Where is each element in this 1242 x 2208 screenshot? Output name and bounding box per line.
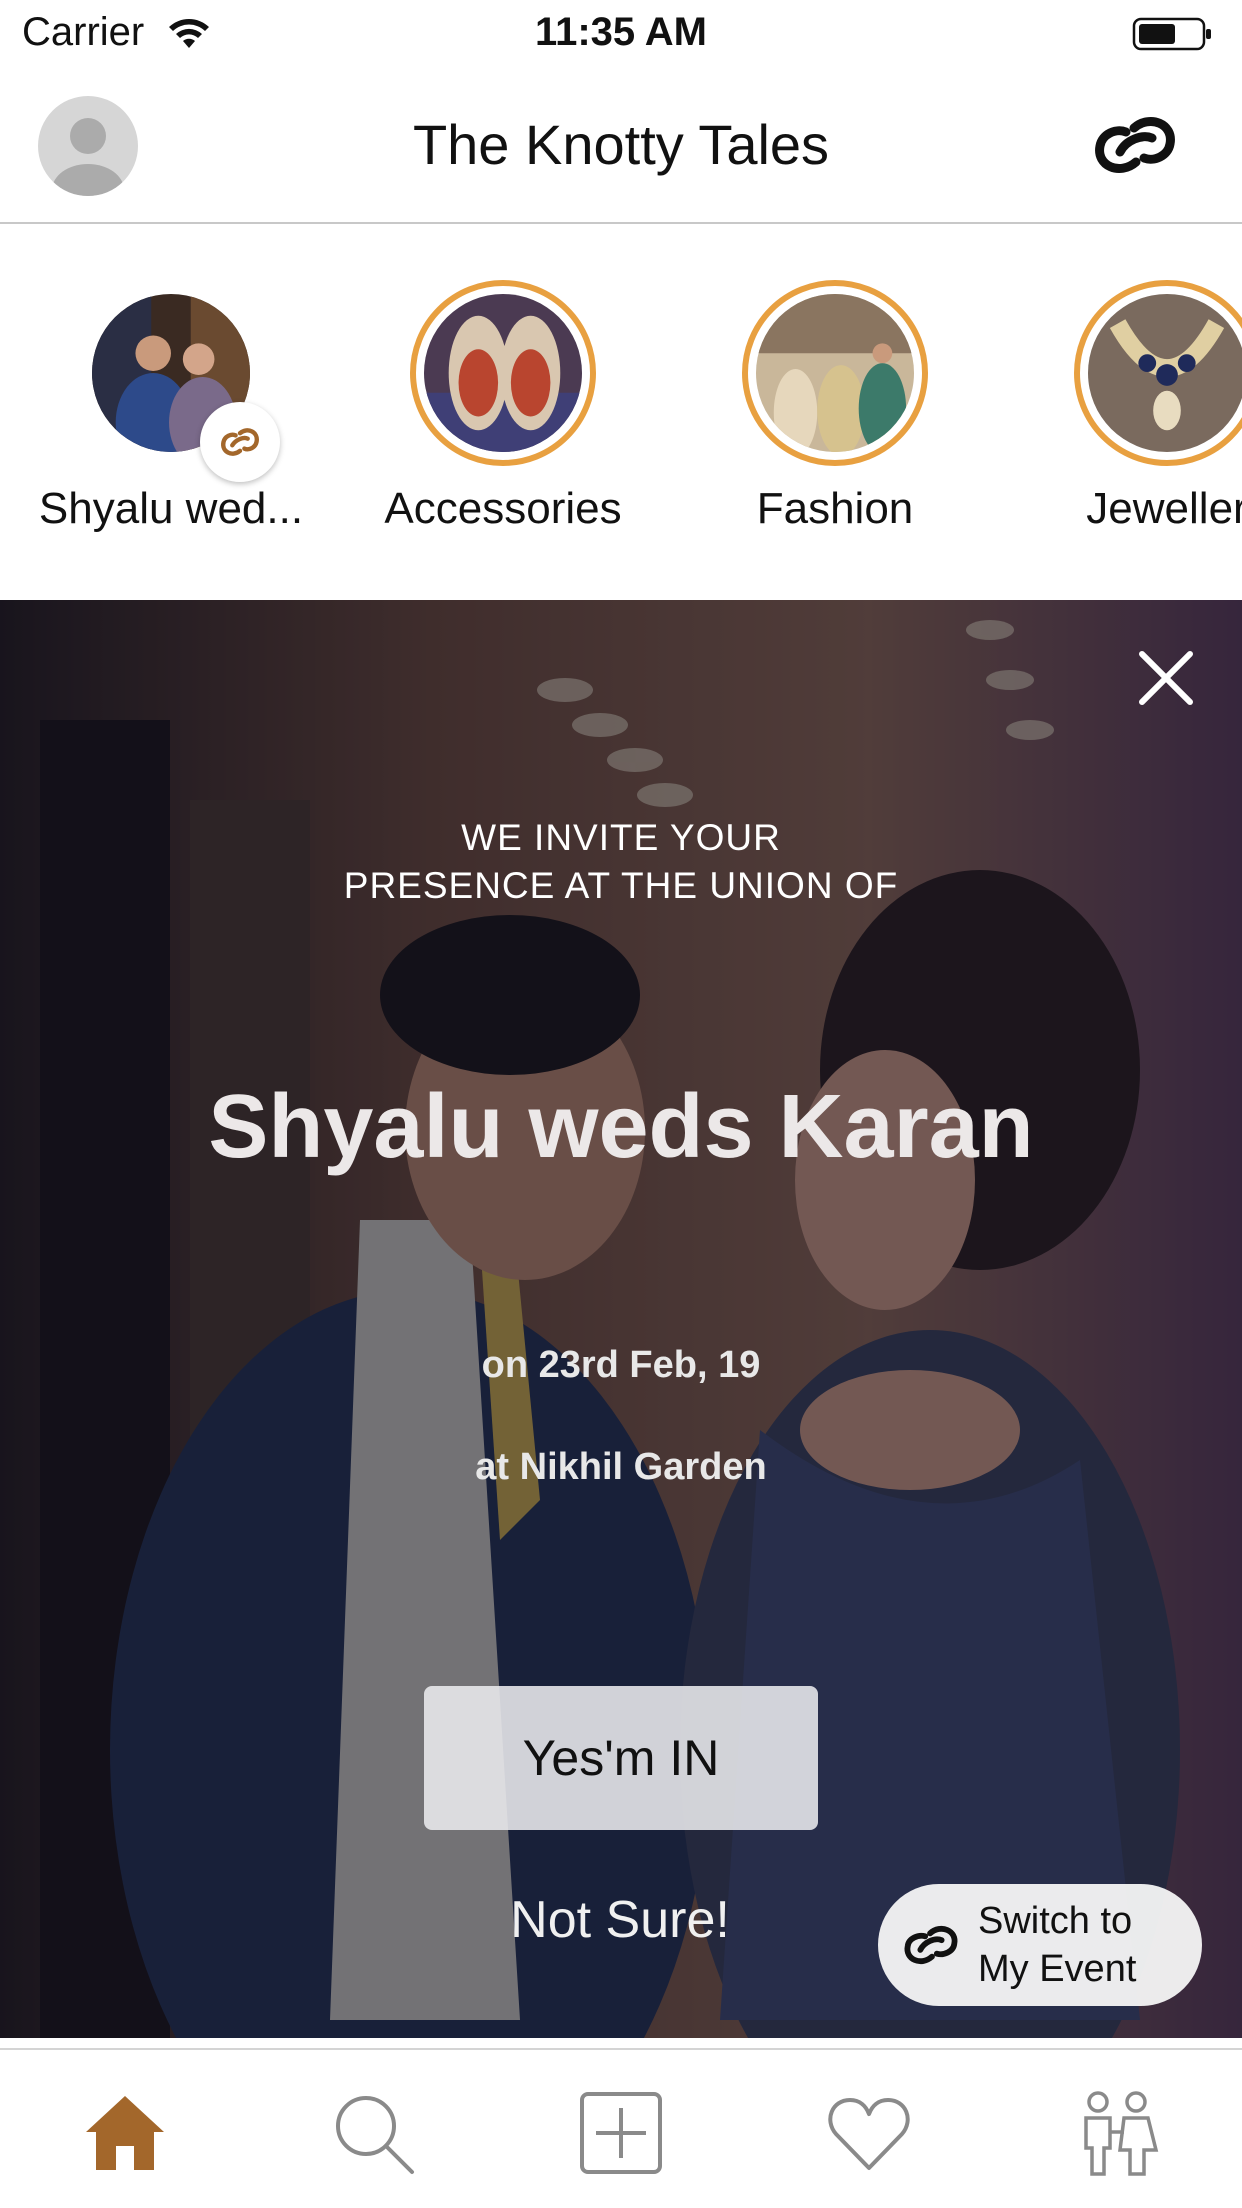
add-post-icon[interactable] — [576, 2088, 666, 2178]
story-label: Jeweller — [1086, 484, 1242, 533]
event-venue: at Nikhil Garden — [475, 1446, 767, 1488]
story-avatar[interactable] — [742, 280, 928, 466]
tab-bar — [0, 2048, 1242, 2208]
navigation-bar: The Knotty Tales — [0, 66, 1242, 224]
battery-icon — [1132, 17, 1211, 51]
link-rings-icon[interactable] — [1090, 100, 1180, 190]
page-title: The Knotty Tales — [412, 113, 830, 176]
status-time: 11:35 AM — [535, 10, 707, 54]
home-icon[interactable] — [80, 2088, 170, 2178]
story-item-jewellery[interactable]: Jeweller — [1002, 280, 1242, 534]
heart-icon[interactable] — [824, 2088, 914, 2178]
story-image — [424, 294, 582, 452]
story-item-accessories[interactable]: Accessories — [338, 280, 668, 534]
stories-row: Shyalu wed... Accessories Fashion Jewell… — [0, 224, 1242, 600]
invitation-card: WE INVITE YOUR PRESENCE AT THE UNION OF … — [0, 600, 1242, 2038]
switch-to-my-event-button[interactable]: Switch to My Event — [878, 1884, 1202, 2006]
link-rings-icon — [904, 1926, 958, 1964]
switch-label-line-2: My Event — [978, 1948, 1137, 1990]
switch-label-line-1: Switch to — [978, 1900, 1133, 1942]
event-date: on 23rd Feb, 19 — [481, 1344, 761, 1386]
link-rings-icon — [200, 402, 280, 482]
couple-icon[interactable] — [1072, 2088, 1162, 2178]
story-avatar[interactable] — [410, 280, 596, 466]
story-avatar[interactable] — [1074, 280, 1242, 466]
story-label: Accessories — [384, 484, 622, 533]
story-label: Fashion — [756, 484, 914, 533]
invitation-preamble: WE INVITE YOUR PRESENCE AT THE UNION OF — [0, 814, 1242, 910]
switch-label: Switch to My Event — [978, 1897, 1136, 1993]
story-image — [1088, 294, 1242, 452]
couple-names: Shyalu weds Karan — [208, 1077, 1034, 1177]
close-icon[interactable] — [1134, 646, 1198, 710]
rsvp-not-sure-button[interactable]: Not Sure! — [440, 1880, 800, 1960]
rsvp-yes-button[interactable]: Yes'm IN — [424, 1686, 818, 1830]
preamble-line-2: PRESENCE AT THE UNION OF — [343, 865, 899, 906]
story-label: Shyalu wed... — [38, 484, 304, 533]
story-image — [756, 294, 914, 452]
preamble-line-1: WE INVITE YOUR — [461, 817, 781, 858]
search-icon[interactable] — [328, 2088, 418, 2178]
story-item-event[interactable]: Shyalu wed... — [6, 280, 336, 534]
story-avatar[interactable] — [78, 280, 280, 482]
story-item-fashion[interactable]: Fashion — [670, 280, 1000, 534]
status-bar: Carrier 11:35 AM — [0, 0, 1242, 66]
